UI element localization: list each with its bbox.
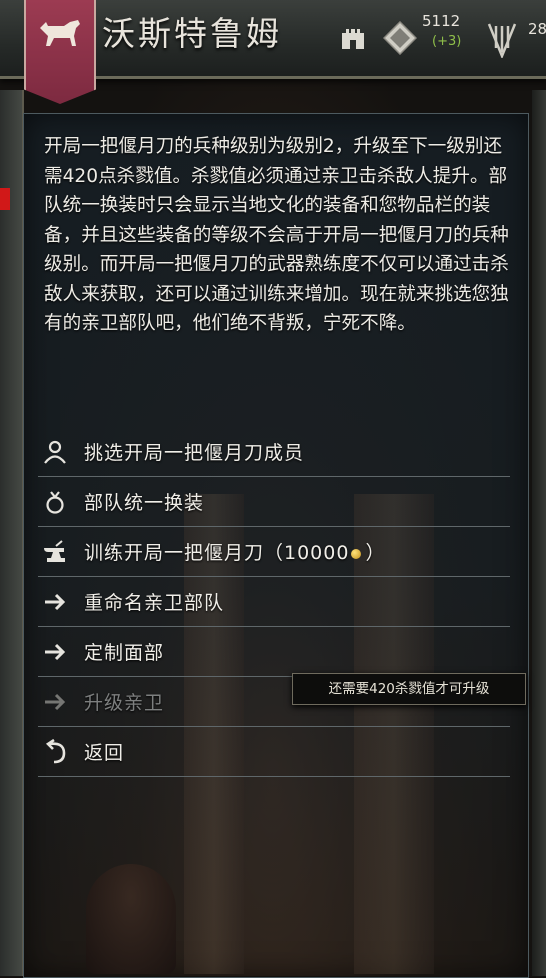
train-label: 训练开局一把偃月刀（10000 — [84, 542, 350, 564]
wolf-emblem-icon — [40, 20, 80, 46]
settlement-title: 沃斯特鲁姆 — [102, 14, 282, 53]
guard-menu-panel: 开局一把偃月刀的兵种级别为级别2，升级至下一级别还需420点杀戮值。杀戮值必须通… — [23, 113, 529, 978]
gold-coin-icon — [351, 548, 362, 559]
right-frame — [532, 90, 546, 976]
clan-banner[interactable] — [24, 0, 96, 104]
return-icon — [40, 737, 70, 767]
train-label-suffix: ） — [365, 542, 386, 564]
menu-item-return[interactable]: 返回 — [38, 727, 510, 777]
troops-icon — [487, 23, 517, 58]
left-frame — [0, 90, 24, 976]
menu-item-label: 挑选开局一把偃月刀成员 — [84, 442, 305, 464]
castle-icon — [342, 29, 364, 49]
gold-change: (+3) — [432, 34, 462, 49]
gold-value: 5112 — [422, 12, 461, 30]
upgrade-tooltip: 还需要420杀戮值才可升级 — [292, 673, 526, 705]
arrow-right-icon — [40, 637, 70, 667]
background-figure — [86, 864, 176, 974]
menu-item-unify-equipment[interactable]: 部队统一换装 — [38, 477, 510, 527]
menu-item-select-members[interactable]: 挑选开局一把偃月刀成员 — [38, 427, 510, 477]
menu-item-label: 升级亲卫 — [84, 692, 165, 714]
menu-item-label: 返回 — [84, 742, 125, 764]
troops-value: 28 — [528, 20, 546, 38]
arrow-right-icon — [40, 687, 70, 717]
menu-item-label: 重命名亲卫部队 — [84, 592, 225, 614]
person-icon — [40, 437, 70, 467]
menu-item-label: 训练开局一把偃月刀（10000 ） — [84, 538, 385, 565]
guard-menu: 挑选开局一把偃月刀成员 部队统一换装 训练开局一把偃月刀（10000 ） 重命名亲… — [38, 427, 510, 777]
menu-item-train[interactable]: 训练开局一把偃月刀（10000 ） — [38, 527, 510, 577]
armor-icon — [40, 487, 70, 517]
menu-item-label: 定制面部 — [84, 642, 165, 664]
menu-item-rename[interactable]: 重命名亲卫部队 — [38, 577, 510, 627]
anvil-icon — [40, 537, 70, 567]
notification-marker[interactable] — [0, 188, 10, 210]
menu-item-label: 部队统一换装 — [84, 492, 205, 514]
arrow-right-icon — [40, 587, 70, 617]
gold-icon — [383, 21, 417, 55]
guard-description: 开局一把偃月刀的兵种级别为级别2，升级至下一级别还需420点杀戮值。杀戮值必须通… — [44, 136, 509, 334]
menu-item-customize-face[interactable]: 定制面部 — [38, 627, 510, 677]
